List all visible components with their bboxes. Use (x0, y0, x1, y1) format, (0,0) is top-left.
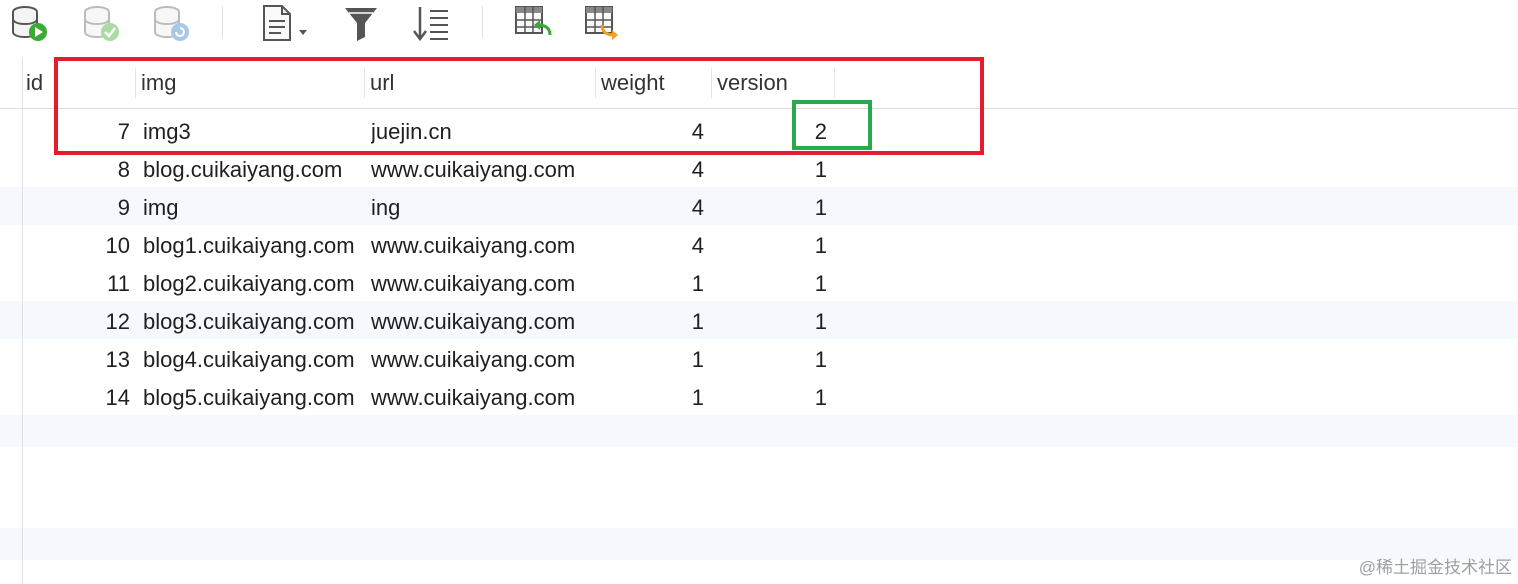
cell-weight[interactable]: 1 (600, 309, 704, 335)
table-row[interactable]: 13 blog4.cuikaiyang.com www.cuikaiyang.c… (0, 339, 1518, 377)
cell-weight[interactable]: 4 (600, 195, 704, 221)
cell-img[interactable]: blog5.cuikaiyang.com (143, 385, 358, 411)
cell-img[interactable]: blog1.cuikaiyang.com (143, 233, 358, 259)
export-document-button[interactable] (258, 2, 316, 44)
cell-version[interactable]: 1 (716, 309, 827, 335)
cell-weight[interactable]: 1 (600, 271, 704, 297)
cell-url[interactable]: www.cuikaiyang.com (371, 271, 591, 297)
cell-version[interactable]: 1 (716, 157, 827, 183)
cell-version[interactable]: 1 (716, 347, 827, 373)
row-gutter-divider (22, 58, 23, 584)
filter-button[interactable] (338, 2, 384, 44)
cell-version[interactable]: 1 (716, 195, 827, 221)
cell-img[interactable]: img (143, 195, 358, 221)
column-header-id[interactable]: id (26, 70, 43, 96)
cell-weight[interactable]: 1 (600, 385, 704, 411)
cell-weight[interactable]: 1 (600, 347, 704, 373)
cell-id[interactable]: 11 (24, 271, 130, 297)
import-table-button[interactable] (510, 2, 556, 44)
apply-changes-icon (84, 6, 119, 41)
cell-url[interactable]: www.cuikaiyang.com (371, 385, 591, 411)
table-row[interactable]: 12 blog3.cuikaiyang.com www.cuikaiyang.c… (0, 301, 1518, 339)
cell-id[interactable]: 14 (24, 385, 130, 411)
cell-version[interactable]: 1 (716, 271, 827, 297)
filter-icon (345, 8, 377, 41)
empty-row (0, 528, 1518, 560)
cell-url[interactable]: ing (371, 195, 591, 221)
toolbar-divider (482, 6, 483, 38)
empty-row (0, 415, 1518, 447)
apply-changes-button[interactable] (78, 2, 124, 44)
run-query-icon (12, 6, 47, 41)
cell-id[interactable]: 12 (24, 309, 130, 335)
cell-id[interactable]: 9 (24, 195, 130, 221)
export-table-button[interactable] (580, 2, 626, 44)
cell-id[interactable]: 10 (24, 233, 130, 259)
run-query-button[interactable] (6, 2, 52, 44)
revert-changes-button[interactable] (148, 2, 194, 44)
cell-img[interactable]: blog2.cuikaiyang.com (143, 271, 358, 297)
revert-changes-icon (154, 6, 189, 41)
cell-weight[interactable]: 4 (600, 157, 704, 183)
export-table-icon (585, 6, 618, 40)
toolbar-divider (222, 6, 223, 38)
sort-icon (413, 7, 448, 42)
cell-version[interactable]: 1 (716, 233, 827, 259)
cell-weight[interactable]: 4 (600, 233, 704, 259)
cell-img[interactable]: blog4.cuikaiyang.com (143, 347, 358, 373)
highlight-box-version-cell (792, 100, 872, 150)
cell-img[interactable]: blog.cuikaiyang.com (143, 157, 358, 183)
table-row[interactable]: 9 img ing 4 1 (0, 187, 1518, 225)
cell-id[interactable]: 13 (24, 347, 130, 373)
table-row[interactable]: 10 blog1.cuikaiyang.com www.cuikaiyang.c… (0, 225, 1518, 263)
import-table-icon (515, 6, 552, 36)
cell-url[interactable]: www.cuikaiyang.com (371, 309, 591, 335)
cell-id[interactable]: 8 (24, 157, 130, 183)
sort-button[interactable] (408, 2, 454, 44)
cell-url[interactable]: www.cuikaiyang.com (371, 347, 591, 373)
table-row[interactable]: 14 blog5.cuikaiyang.com www.cuikaiyang.c… (0, 377, 1518, 415)
cell-url[interactable]: www.cuikaiyang.com (371, 157, 591, 183)
cell-url[interactable]: www.cuikaiyang.com (371, 233, 591, 259)
toolbar (0, 0, 1518, 48)
export-document-icon (263, 5, 307, 41)
table-row[interactable]: 11 blog2.cuikaiyang.com www.cuikaiyang.c… (0, 263, 1518, 301)
cell-img[interactable]: blog3.cuikaiyang.com (143, 309, 358, 335)
cell-version[interactable]: 1 (716, 385, 827, 411)
watermark: @稀土掘金技术社区 (1358, 558, 1512, 577)
